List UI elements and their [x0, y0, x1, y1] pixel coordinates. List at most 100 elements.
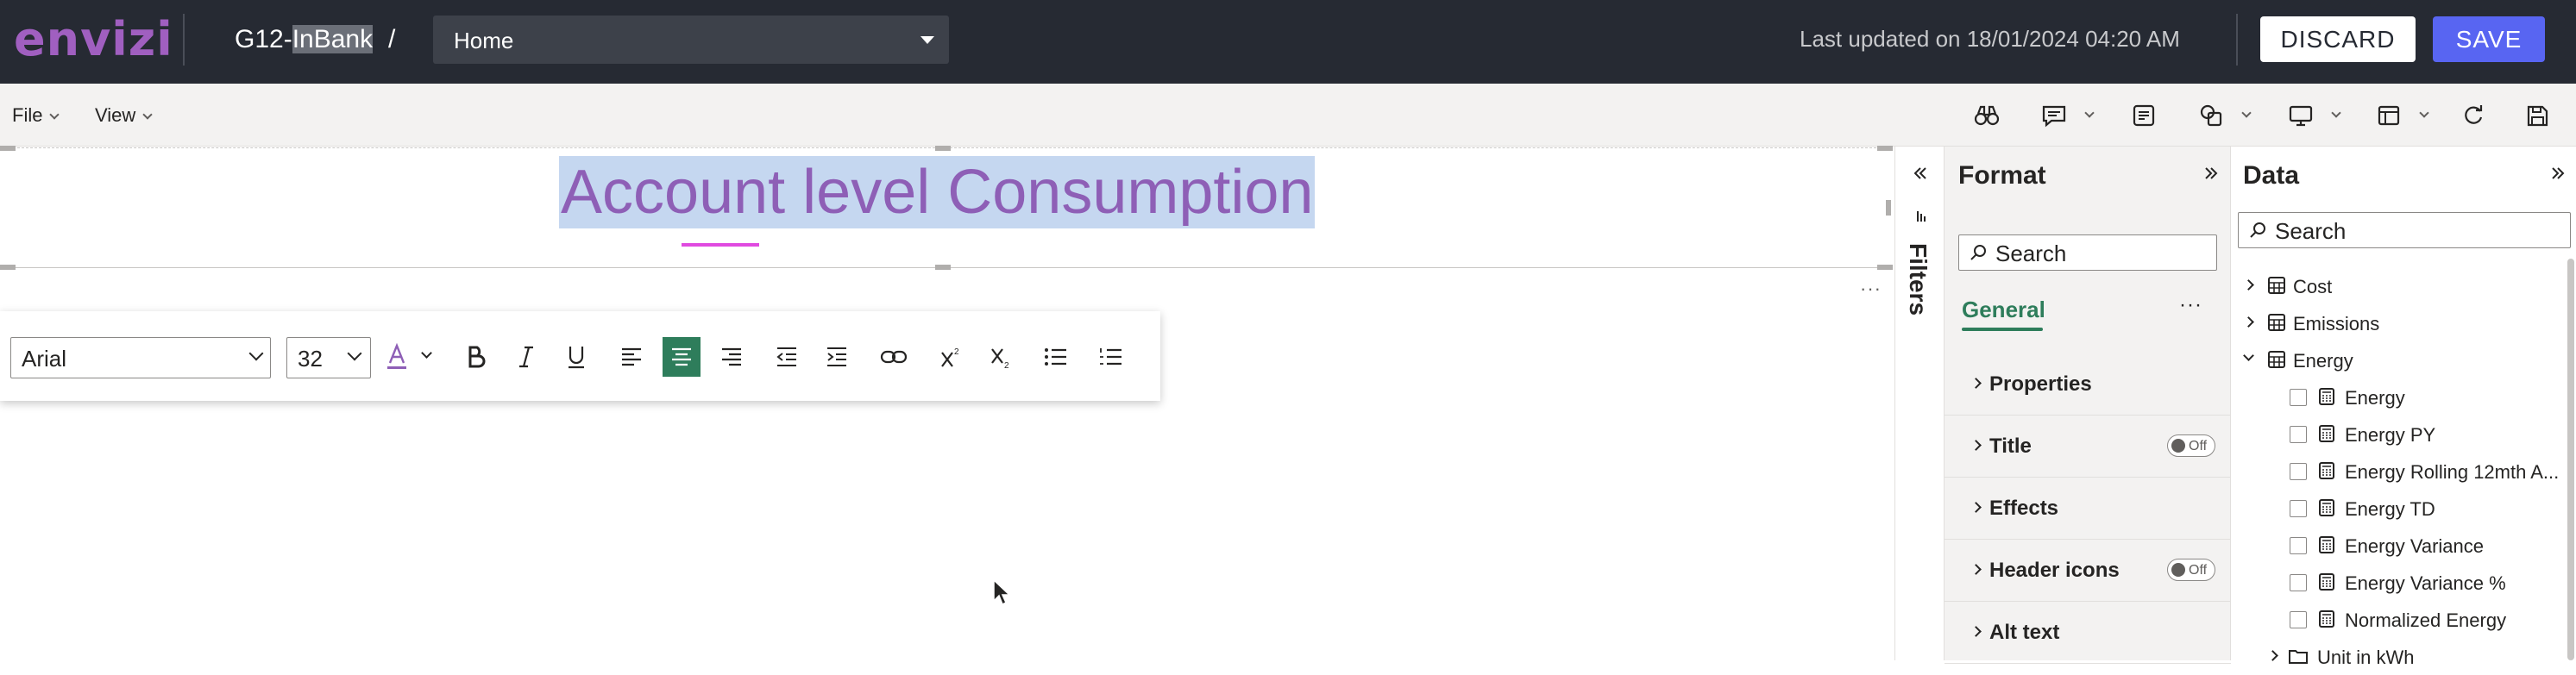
calculator-icon [2317, 461, 2336, 480]
field-checkbox[interactable] [2290, 426, 2307, 443]
align-center-button[interactable] [663, 337, 701, 377]
section-title[interactable]: Title Off [1945, 416, 2231, 478]
field-checkbox[interactable] [2290, 389, 2307, 406]
superscript-button[interactable]: 2 [932, 337, 970, 377]
tab-general[interactable]: General [1962, 297, 2045, 322]
table-emissions[interactable]: Emissions [2231, 304, 2567, 341]
section-alt-text[interactable]: Alt text [1945, 602, 2231, 664]
collapse-right-icon[interactable] [2203, 166, 2219, 185]
chevron-down-icon[interactable] [421, 347, 432, 359]
subscript-button[interactable]: 2 [982, 337, 1020, 377]
save-button[interactable]: SAVE [2433, 16, 2545, 62]
title-toggle[interactable]: Off [2167, 434, 2215, 457]
data-search-input[interactable]: Search [2238, 212, 2571, 248]
resize-handle[interactable] [0, 146, 16, 151]
font-size-value: 32 [298, 346, 323, 372]
view-menu[interactable]: View [95, 104, 153, 127]
more-options-icon[interactable]: ··· [1860, 278, 1882, 300]
resize-handle[interactable] [1877, 265, 1893, 270]
chevron-down-icon[interactable] [2084, 108, 2095, 118]
title-text[interactable]: Account level Consumption [559, 156, 1316, 228]
file-menu[interactable]: File [12, 104, 60, 127]
resize-handle[interactable] [1877, 146, 1893, 151]
chevron-right-icon [1970, 440, 1982, 451]
decrease-indent-button[interactable] [768, 337, 806, 377]
bold-button[interactable] [457, 337, 495, 377]
font-size-select[interactable]: 32 [286, 337, 371, 378]
italic-button[interactable] [507, 337, 545, 377]
field-checkbox[interactable] [2290, 611, 2307, 628]
more-options-icon[interactable]: ··· [2179, 293, 2202, 317]
title-textbox[interactable]: Account level Consumption [0, 146, 1893, 270]
field-energy-rolling[interactable]: Energy Rolling 12mth A... [2231, 453, 2567, 490]
align-left-button[interactable] [613, 337, 650, 377]
field-checkbox[interactable] [2290, 463, 2307, 480]
field-label: Energy PY [2345, 424, 2436, 446]
toggle-knob [2171, 563, 2185, 577]
svg-text:2: 2 [1004, 361, 1009, 369]
refresh-icon[interactable] [2460, 103, 2486, 128]
format-search-input[interactable]: Search [1958, 234, 2217, 271]
numbered-list-button[interactable] [1092, 337, 1130, 377]
header-icons-toggle[interactable]: Off [2167, 559, 2215, 581]
table-icon [2267, 276, 2286, 295]
data-pane-scrollbar[interactable] [2567, 259, 2574, 660]
chevron-down-icon[interactable] [2241, 108, 2252, 118]
section-label: Header icons [1989, 559, 2120, 582]
layout-icon[interactable] [2376, 103, 2402, 128]
field-checkbox[interactable] [2290, 500, 2307, 517]
underline-button[interactable] [557, 337, 595, 377]
section-properties[interactable]: Properties [1945, 353, 2231, 416]
resize-handle[interactable] [1886, 200, 1891, 216]
field-energy-variance-pct[interactable]: Energy Variance % [2231, 564, 2567, 601]
link-icon[interactable] [875, 337, 913, 377]
table-energy[interactable]: Energy [2231, 341, 2567, 378]
bullet-list-button[interactable] [1037, 337, 1075, 377]
envizi-logo[interactable]: envizi [14, 14, 173, 66]
increase-indent-button[interactable] [818, 337, 856, 377]
comment-icon[interactable] [2041, 103, 2067, 128]
font-color-button[interactable] [378, 337, 416, 377]
caret-down-icon [920, 36, 934, 44]
section-effects[interactable]: Effects [1945, 478, 2231, 540]
collapse-right-icon[interactable] [2550, 166, 2566, 185]
field-normalized-energy[interactable]: Normalized Energy [2231, 601, 2567, 638]
field-energy-td[interactable]: Energy TD [2231, 490, 2567, 527]
discard-button[interactable]: DISCARD [2260, 16, 2416, 62]
folder-label: Unit in kWh [2317, 647, 2415, 668]
folder-unit-in-kwh[interactable]: Unit in kWh [2231, 638, 2567, 675]
filters-label[interactable]: Filters [1904, 243, 1932, 316]
search-icon [2249, 222, 2265, 238]
field-checkbox[interactable] [2290, 537, 2307, 554]
table-label: Emissions [2293, 313, 2380, 334]
report-name-highlight: InBank [292, 25, 374, 53]
chevron-down-icon[interactable] [2331, 108, 2341, 118]
svg-text:2: 2 [954, 347, 959, 357]
resize-handle[interactable] [0, 265, 16, 270]
field-energy[interactable]: Energy [2231, 378, 2567, 416]
resize-handle[interactable] [935, 146, 951, 151]
chevron-right-icon [2243, 316, 2254, 328]
report-name[interactable]: G12-InBank [235, 22, 374, 57]
expand-left-icon[interactable] [1913, 166, 1928, 185]
binoculars-icon[interactable] [1974, 103, 2000, 128]
present-icon[interactable] [2288, 103, 2314, 128]
shapes-icon[interactable] [2198, 103, 2224, 128]
table-cost[interactable]: Cost [2231, 267, 2567, 304]
report-canvas[interactable]: Account level Consumption ··· Arial 32 2… [0, 146, 1894, 660]
filters-pane-collapsed[interactable]: Filters [1894, 147, 1944, 660]
chevron-right-icon [1970, 378, 1982, 389]
field-energy-py[interactable]: Energy PY [2231, 416, 2567, 453]
save-disk-icon[interactable] [2524, 103, 2550, 128]
align-right-button[interactable] [713, 337, 751, 377]
field-energy-variance[interactable]: Energy Variance [2231, 527, 2567, 564]
chevron-down-icon[interactable] [2419, 108, 2429, 118]
page-select-dropdown[interactable]: Home [433, 16, 949, 64]
field-label: Energy TD [2345, 498, 2435, 520]
font-family-select[interactable]: Arial [10, 337, 271, 378]
resize-handle[interactable] [935, 265, 951, 270]
section-header-icons[interactable]: Header icons Off [1945, 540, 2231, 602]
format-pane: Format Search General ··· Properties Tit… [1944, 147, 2231, 664]
field-checkbox[interactable] [2290, 574, 2307, 591]
notes-icon[interactable] [2131, 103, 2157, 128]
